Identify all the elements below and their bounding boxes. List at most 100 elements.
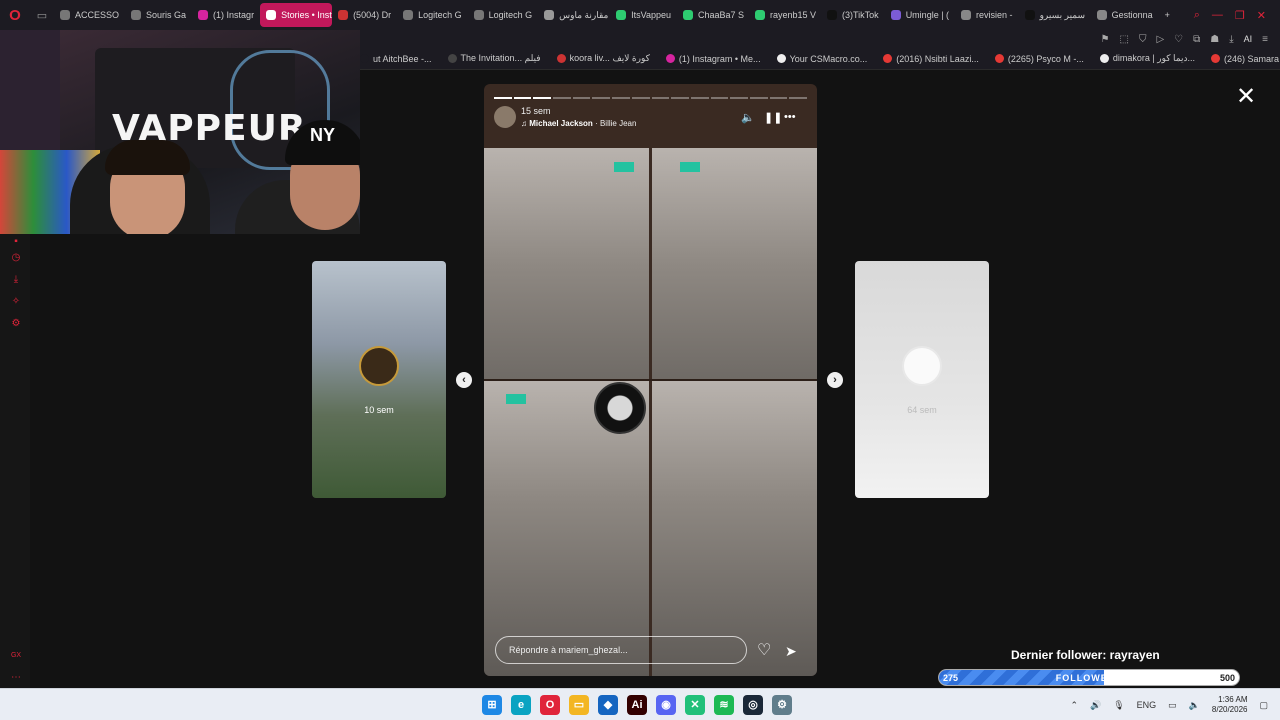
speaker-tray-icon[interactable]: 🔈 xyxy=(1189,700,1200,711)
browser-tab[interactable]: rayenb15 V xyxy=(749,3,821,27)
bookmark-favicon-icon xyxy=(360,54,369,63)
story-progress-segment xyxy=(553,97,571,99)
heart-icon[interactable]: ♡ xyxy=(1174,34,1183,45)
browser-tab[interactable]: Logitech G xyxy=(397,3,468,27)
shield-icon[interactable]: ◆ xyxy=(598,695,618,715)
previous-arrow-icon[interactable]: ‹ xyxy=(456,372,472,388)
language-indicator[interactable]: ENG xyxy=(1137,700,1157,710)
send-icon[interactable]: ➤ xyxy=(785,643,797,660)
bookmark-item[interactable]: (2016) Nsibti Laazi... xyxy=(883,54,979,64)
like-heart-icon[interactable]: ♡ xyxy=(757,640,771,660)
bookmark-favicon-icon xyxy=(556,54,566,63)
story-progress-segment xyxy=(572,97,591,99)
bookmark-item[interactable]: Your CSMacro.co... xyxy=(776,53,868,64)
preview-time: 10 sem xyxy=(364,405,394,415)
bookmark-item[interactable]: (1) Instagram • Me... xyxy=(665,54,761,64)
browser-tab[interactable]: ACCESSO xyxy=(54,3,125,27)
bookmark-label: koora liv... كورة لايف xyxy=(569,53,650,63)
previous-story-preview[interactable]: 10 sem xyxy=(312,261,446,498)
chevron-up-icon[interactable]: ⌃ xyxy=(1070,700,1078,711)
steam-icon[interactable]: ◎ xyxy=(743,695,763,715)
browser-tab[interactable]: (1) Instagr xyxy=(192,3,260,27)
notification-icon[interactable]: ▢ xyxy=(1259,700,1268,711)
network-icon[interactable]: ▭ xyxy=(1168,700,1177,711)
music-note-icon: ♫ xyxy=(521,119,530,128)
browser-tab[interactable]: سمير بسيرو xyxy=(1019,3,1091,27)
download-icon[interactable]: ⤓ xyxy=(1229,34,1233,45)
bookmark-favicon-icon xyxy=(1210,54,1220,63)
bookmark-label: Your CSMacro.co... xyxy=(789,53,868,64)
story-viewer: 15 sem ♫ Michael Jackson · Billie Jean 🔈… xyxy=(484,84,817,676)
next-arrow-icon[interactable]: › xyxy=(827,372,843,388)
more-icon[interactable]: ••• xyxy=(784,111,796,123)
gx-icon[interactable]: GX xyxy=(10,650,22,662)
capcut-icon[interactable]: ✕ xyxy=(685,695,705,715)
square-icon[interactable]: ▪ xyxy=(10,236,22,248)
story-song[interactable]: ♫ Michael Jackson · Billie Jean xyxy=(521,119,636,128)
vpn-icon[interactable]: ⛉ xyxy=(1139,34,1147,45)
story-progress-segment xyxy=(592,97,611,99)
tab-favicon-icon xyxy=(403,10,414,20)
pause-icon[interactable]: ❚❚ xyxy=(764,111,782,124)
bookmark-item[interactable]: koora liv... كورة لايف xyxy=(556,53,650,64)
browser-tab[interactable]: Souris Ga xyxy=(125,3,192,27)
volume-icon[interactable]: 🔊 xyxy=(1090,700,1101,711)
extensions-icon[interactable]: ⧉ xyxy=(1193,34,1200,45)
bookmark-item[interactable]: The Invitation... فيلم xyxy=(447,53,541,64)
story-avatar[interactable] xyxy=(494,106,516,128)
story-progress xyxy=(494,97,807,99)
snapshot-icon[interactable]: ⬚ xyxy=(1119,34,1128,45)
browser-tab[interactable]: Umingle | ( xyxy=(885,3,955,27)
next-story-preview[interactable]: 64 sem xyxy=(855,261,989,498)
close-stories-button[interactable]: ✕ xyxy=(1234,84,1258,108)
discord-icon[interactable]: ◉ xyxy=(656,695,676,715)
bookmark-item[interactable]: (246) Samara - Sa... xyxy=(1210,54,1280,64)
menu-icon[interactable]: ≡ xyxy=(1262,34,1268,45)
file-explorer-icon[interactable]: ▭ xyxy=(569,695,589,715)
clock-date: 8/20/2026 xyxy=(1211,705,1248,714)
profile-icon[interactable]: ☗ xyxy=(1210,34,1219,45)
edge-icon[interactable]: e xyxy=(511,695,531,715)
bookmark-item[interactable]: (2265) Psyco M -... xyxy=(994,54,1084,64)
browser-tab[interactable]: (5004) Dr xyxy=(332,3,397,27)
browser-tab[interactable]: revisien - xyxy=(955,3,1019,27)
browser-tab[interactable]: Stories • Instag xyxy=(260,3,333,27)
browser-tab[interactable]: Gestionna xyxy=(1091,3,1159,27)
minimize-icon[interactable]: — xyxy=(1212,9,1223,22)
follower-goal: 500 xyxy=(1219,673,1235,683)
bookmark-icon[interactable]: ⚑ xyxy=(1101,34,1110,45)
opera-icon[interactable]: O xyxy=(540,695,560,715)
browser-tab[interactable]: Logitech G xyxy=(468,3,539,27)
illustrator-icon[interactable]: Ai xyxy=(627,695,647,715)
settings-icon[interactable]: ⚙ xyxy=(772,695,792,715)
player-icon[interactable]: ▷ xyxy=(1156,34,1164,45)
more-sidebar-icon[interactable]: ⋯ xyxy=(10,672,22,684)
extensions-sidebar-icon[interactable]: ✧ xyxy=(10,296,22,308)
browser-tab[interactable]: ChaaBa7 S xyxy=(677,3,749,27)
speaker-icon[interactable]: 🔈 xyxy=(741,111,755,124)
clock[interactable]: 1:36 AM 8/20/2026 xyxy=(1212,695,1248,715)
opera-logo-icon[interactable]: O xyxy=(0,0,30,30)
microphone-icon[interactable]: 🎙 xyxy=(1113,700,1124,711)
restore-icon[interactable]: ❐ xyxy=(1235,9,1245,22)
reply-input[interactable]: Répondre à mariem_ghezal... xyxy=(495,636,747,664)
windows-start-icon[interactable]: ⊞ xyxy=(482,695,502,715)
search-icon[interactable]: ⌕ xyxy=(1194,9,1200,22)
history-icon[interactable]: ◷ xyxy=(10,252,22,264)
browser-tab[interactable]: (3)TikTok xyxy=(821,3,885,27)
tab-favicon-icon xyxy=(683,10,694,20)
spotify-icon[interactable]: ≋ xyxy=(714,695,734,715)
aria-ai-button[interactable]: AI xyxy=(1244,34,1253,44)
webcam-overlay: VAPPEUR NY xyxy=(0,30,360,234)
browser-tab[interactable]: مقارنة ماوس xyxy=(538,3,610,27)
close-window-icon[interactable]: ✕ xyxy=(1257,9,1266,22)
tab-grid-icon[interactable]: ▭ xyxy=(30,9,54,22)
browser-tab[interactable]: ItsVappeu xyxy=(610,3,677,27)
download-sidebar-icon[interactable]: ⤓ xyxy=(10,274,22,286)
new-tab-icon[interactable]: + xyxy=(1159,3,1176,27)
settings-sidebar-icon[interactable]: ⚙ xyxy=(10,318,22,330)
tab-label: ItsVappeu xyxy=(631,10,672,20)
bookmark-item[interactable]: dimakora | ديما كور... xyxy=(1099,53,1195,64)
story-progress-segment xyxy=(533,97,552,99)
bookmark-item[interactable]: ut AitchBee -... xyxy=(360,54,432,64)
